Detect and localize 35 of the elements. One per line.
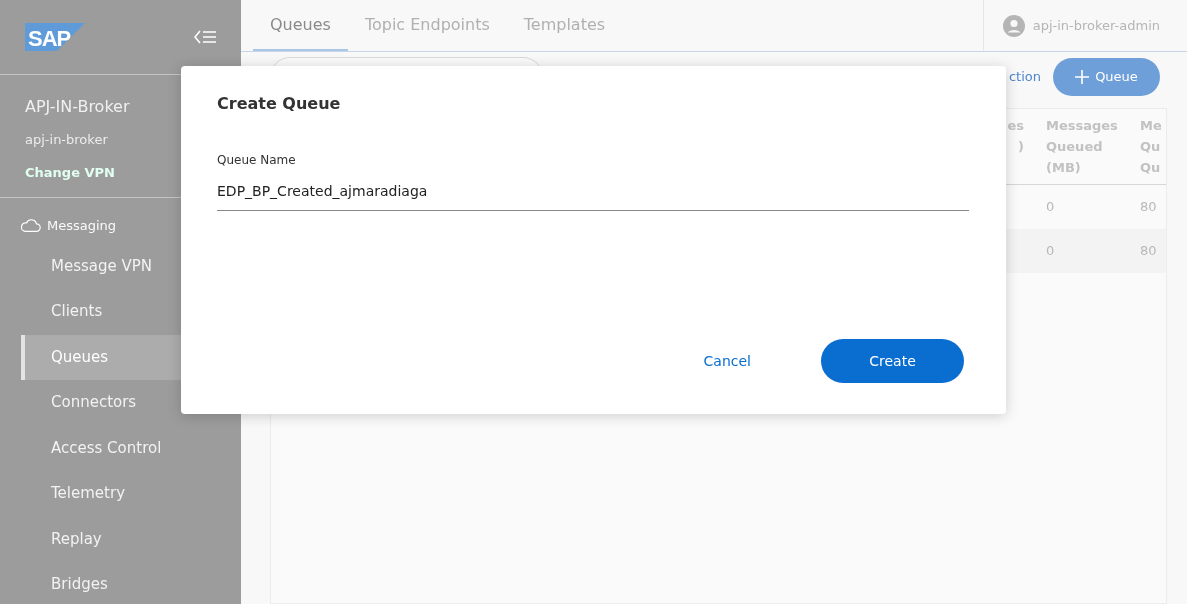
user-avatar-icon[interactable] [1002, 14, 1025, 37]
user-name[interactable]: apj-in-broker-admin [1032, 15, 1160, 36]
field-label: Queue Name [217, 152, 297, 170]
table-cell-text: 0 [1046, 198, 1056, 216]
sidebar-item[interactable]: Clients [21, 289, 181, 335]
sidebar-item[interactable]: Replay [21, 516, 181, 562]
queue-name-field[interactable]: EDP_BP_Created_ajmaradiaga [217, 181, 969, 212]
tab[interactable]: Templates [506, 0, 623, 51]
change-vpn-link[interactable]: Change VPN [25, 164, 115, 180]
cloud-icon [20, 219, 41, 233]
column-header: Me Qu Qu [1140, 117, 1163, 177]
sidebar-item[interactable]: Queues [21, 334, 181, 380]
column-header: Messages Queued (MB) [1046, 117, 1119, 177]
create-button[interactable]: Create [821, 339, 964, 383]
collapse-menu-icon[interactable] [194, 30, 216, 44]
cancel-button[interactable]: Cancel [703, 350, 751, 372]
sidebar-item[interactable]: Telemetry [21, 471, 181, 517]
sidebar-item[interactable]: Connectors [21, 380, 181, 426]
toolbar-link[interactable]: ction [1008, 67, 1041, 87]
tab[interactable]: Topic Endpoints [347, 0, 507, 51]
sidebar-item[interactable]: Message VPN [21, 243, 181, 289]
sidebar-item[interactable]: Bridges [21, 562, 181, 604]
table-cell-text: 80 [1140, 242, 1158, 260]
vpn-name: apj-in-broker [25, 131, 109, 149]
sidebar-item[interactable]: Access Control [21, 425, 181, 471]
broker-name: APJ-IN-Broker [25, 96, 131, 118]
add-queue-button[interactable]: Queue [1053, 58, 1160, 96]
table-cell-text: 0 [1046, 242, 1056, 260]
section-label: Messaging [47, 217, 117, 235]
logo[interactable]: SAP [25, 23, 85, 51]
tab[interactable]: Queues [253, 0, 348, 51]
dialog-title: Create Queue [217, 94, 342, 114]
table-cell-text: 80 [1140, 198, 1158, 216]
plus-icon [1075, 70, 1090, 84]
column-header: es ) [1007, 117, 1024, 156]
